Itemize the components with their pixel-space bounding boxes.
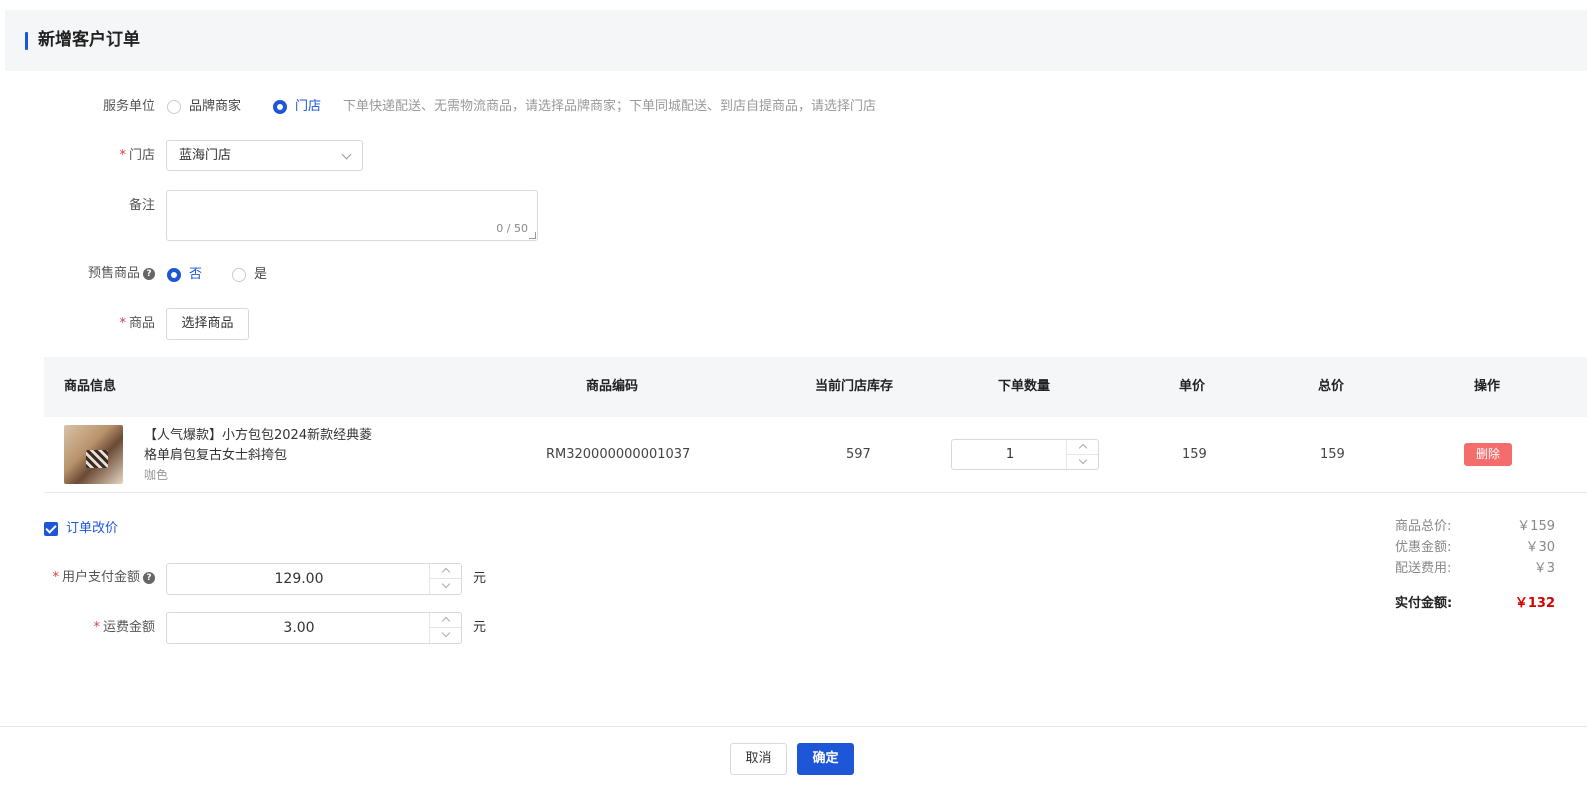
help-icon[interactable]: ? <box>143 268 155 280</box>
column-header: 下单数量 <box>998 379 1051 394</box>
shipping-input[interactable]: 3.00 <box>166 612 462 644</box>
goods-table: 商品信息 商品编码 当前门店库存 下单数量 单价 总价 操作 【人气爆款】小方包… <box>44 357 1587 493</box>
store-stock: 597 <box>846 447 871 462</box>
decrement-icon[interactable] <box>430 628 461 643</box>
radio-label: 品牌商家 <box>189 99 242 114</box>
product-name: 【人气爆款】小方包包2024新款经典菱格单肩包复古女士斜挎包 <box>144 428 373 463</box>
required-mark: * <box>93 620 100 635</box>
required-mark: * <box>52 570 59 585</box>
user-pay-input[interactable]: 129.00 <box>166 563 462 595</box>
shipping-label: * 运费金额 <box>93 620 155 635</box>
delete-button[interactable]: 删除 <box>1464 443 1512 466</box>
required-mark: * <box>119 148 126 163</box>
decrement-icon[interactable] <box>430 579 461 594</box>
radio-circle-icon <box>232 268 246 282</box>
checkbox-checked-icon <box>44 522 58 536</box>
radio-brand-merchant[interactable]: 品牌商家 <box>167 98 241 116</box>
table-row: 【人气爆款】小方包包2024新款经典菱格单肩包复古女士斜挎包 咖色 RM3200… <box>44 417 1587 493</box>
radio-checked-icon <box>167 268 181 282</box>
required-mark: * <box>119 316 126 331</box>
radio-label: 是 <box>254 267 268 282</box>
radio-label: 门店 <box>295 99 322 114</box>
radio-checked-icon <box>273 100 287 114</box>
confirm-button[interactable]: 确定 <box>797 743 854 775</box>
user-pay-value[interactable]: 129.00 <box>167 564 431 594</box>
user-pay-unit: 元 <box>473 571 487 586</box>
store-select[interactable]: 蓝海门店 <box>166 140 363 171</box>
table-header: 商品信息 商品编码 当前门店库存 下单数量 单价 总价 操作 <box>44 357 1587 417</box>
presale-label: 预售商品? <box>5 265 155 283</box>
column-header: 商品编码 <box>586 379 639 394</box>
summary-goods-total: 商品总价: ￥159 <box>1395 519 1555 534</box>
radio-circle-icon <box>167 100 181 114</box>
radio-presale-yes[interactable]: 是 <box>232 266 267 284</box>
shipping-unit: 元 <box>473 620 487 635</box>
service-unit-hint: 下单快递配送、无需物流商品，请选择品牌商家；下单同城配送、到店自提商品，请选择门… <box>343 99 877 114</box>
column-header: 总价 <box>1318 379 1345 394</box>
title-accent-bar <box>25 32 28 50</box>
summary-paid: 实付金额: ￥132 <box>1395 596 1555 611</box>
help-icon[interactable]: ? <box>143 572 155 584</box>
resize-handle-icon[interactable] <box>529 232 536 239</box>
remark-char-counter: 0 / 50 <box>496 222 528 235</box>
column-header: 商品信息 <box>64 379 117 394</box>
total-price: 159 <box>1320 447 1345 462</box>
order-summary: 商品总价: ￥159 优惠金额: ￥30 配送费用: ￥3 实付金额: ￥132 <box>1395 516 1555 614</box>
cancel-button[interactable]: 取消 <box>730 743 787 775</box>
radio-store[interactable]: 门店 <box>273 98 321 116</box>
page-header: 新增客户订单 <box>5 10 1587 71</box>
product-code: RM320000000001037 <box>546 447 691 462</box>
reprice-label: 订单改价 <box>66 521 119 536</box>
remark-textarea[interactable]: 0 / 50 <box>166 190 538 241</box>
service-unit-label: 服务单位 <box>102 99 155 114</box>
chevron-down-icon <box>341 149 352 160</box>
radio-label: 否 <box>189 267 203 282</box>
column-header: 单价 <box>1179 379 1206 394</box>
radio-presale-no[interactable]: 否 <box>167 266 202 284</box>
shipping-value[interactable]: 3.00 <box>167 613 431 643</box>
store-select-value: 蓝海门店 <box>179 148 232 163</box>
decrement-icon[interactable] <box>1067 455 1098 470</box>
product-image-detail <box>86 450 108 468</box>
select-goods-button[interactable]: 选择商品 <box>166 308 249 340</box>
column-header: 操作 <box>1474 379 1501 394</box>
stepper-arrows <box>429 564 461 594</box>
stepper-arrows <box>429 613 461 643</box>
summary-discount: 优惠金额: ￥30 <box>1395 540 1555 555</box>
increment-icon[interactable] <box>430 613 461 628</box>
column-header: 当前门店库存 <box>815 379 894 394</box>
unit-price: 159 <box>1182 447 1207 462</box>
product-variant: 咖色 <box>144 468 169 482</box>
stepper-arrows <box>1066 440 1098 469</box>
increment-icon[interactable] <box>430 564 461 579</box>
page-title: 新增客户订单 <box>38 30 140 50</box>
goods-label: * 商品 <box>119 316 155 331</box>
quantity-value[interactable]: 1 <box>952 440 1068 469</box>
quantity-stepper[interactable]: 1 <box>951 439 1099 470</box>
reprice-checkbox[interactable]: 订单改价 <box>44 520 118 538</box>
summary-delivery: 配送费用: ￥3 <box>1395 561 1555 576</box>
store-label: * 门店 <box>119 148 155 163</box>
remark-label: 备注 <box>128 198 155 213</box>
product-thumbnail <box>64 425 123 484</box>
user-pay-label: * 用户支付金额? <box>5 569 155 587</box>
footer-bar: 取消 确定 <box>0 726 1587 789</box>
increment-icon[interactable] <box>1067 440 1098 455</box>
